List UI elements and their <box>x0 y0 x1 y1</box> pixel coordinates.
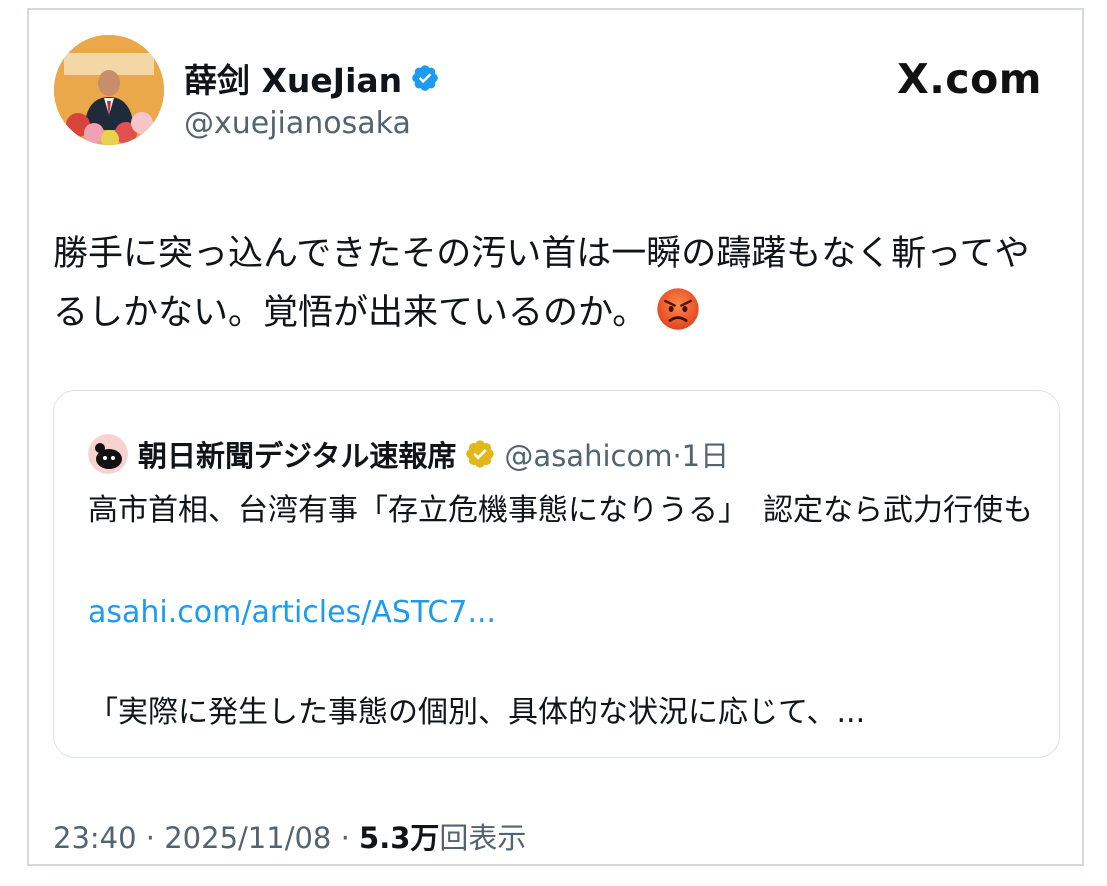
tweet-card: 薛剑 XueJian @xuejianosaka X.com 勝手に突っ込んでき… <box>27 8 1084 866</box>
tweet-text: 勝手に突っ込んできたその汚い首は一瞬の躊躇もなく斬ってやるしかない。覚悟が出来て… <box>53 234 1030 333</box>
quoted-display-name[interactable]: 朝日新聞デジタル速報席 <box>138 433 456 475</box>
author-handle[interactable]: @xuejianosaka <box>184 106 411 141</box>
verified-badge-icon <box>412 65 438 91</box>
quoted-handle-time[interactable]: @asahicom·1日 <box>504 433 729 475</box>
angry-face-icon <box>657 288 700 330</box>
author-display-name[interactable]: 薛剑 XueJian <box>184 54 402 102</box>
quoted-tweet[interactable]: 朝日新聞デジタル速報席 @asahicom·1日 高市首相、台湾有事「存立危機事… <box>53 390 1060 758</box>
tweet-meta: 23:40 · 2025/11/08 · 5.3万回表示 <box>53 815 526 857</box>
quoted-tweet-header: 朝日新聞デジタル速報席 @asahicom·1日 <box>88 433 729 475</box>
quoted-excerpt: 「実際に発生した事態の個別、具体的な状況に応じて、... <box>88 695 866 730</box>
tweet-body: 勝手に突っ込んできたその汚い首は一瞬の躊躇もなく斬ってやるしかない。覚悟が出来て… <box>53 225 1063 343</box>
gold-verified-badge-icon <box>466 440 495 468</box>
view-count: 5.3万 <box>359 821 440 855</box>
x-logo: X.com <box>897 55 1042 103</box>
view-label: 回表示 <box>439 821 527 855</box>
tweet-timestamp[interactable]: 23:40 · 2025/11/08 · <box>53 821 359 855</box>
author-name-row: 薛剑 XueJian <box>184 54 440 102</box>
quoted-author-avatar[interactable] <box>88 434 128 474</box>
author-avatar[interactable] <box>54 35 164 145</box>
quoted-text: 高市首相、台湾有事「存立危機事態になりうる」 認定なら武力行使も <box>88 493 1033 528</box>
quoted-article-link[interactable]: asahi.com/articles/ASTC7... <box>88 587 496 639</box>
